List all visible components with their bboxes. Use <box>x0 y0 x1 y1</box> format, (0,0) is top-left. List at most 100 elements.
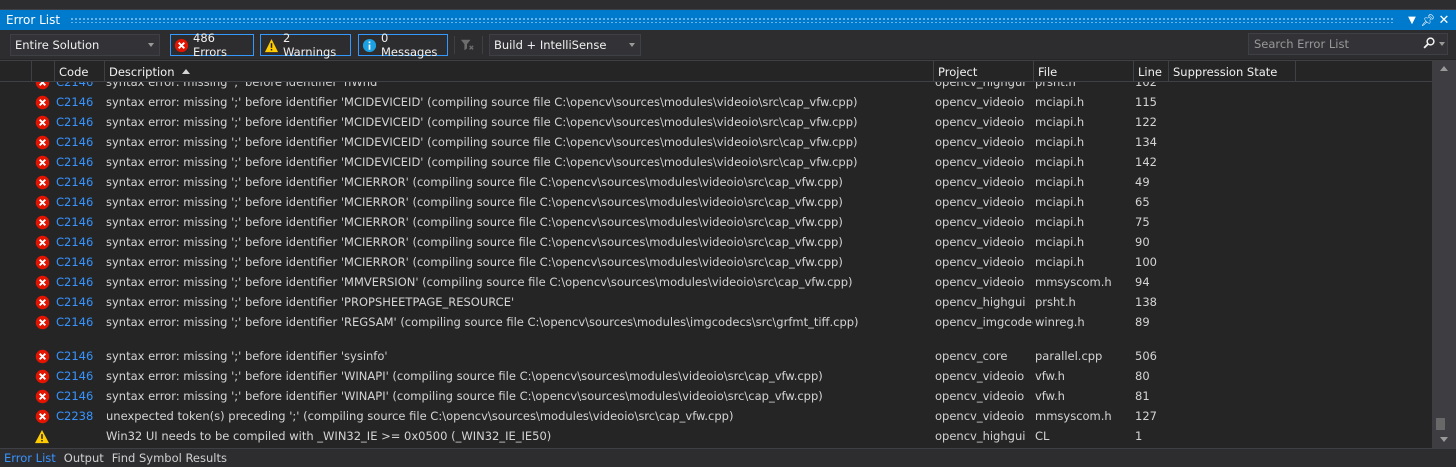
chevron-down-icon <box>148 43 154 47</box>
row-description: syntax error: missing ';' before identif… <box>106 255 843 269</box>
row-project: opencv_videoio <box>935 195 1025 209</box>
tab-output[interactable]: Output <box>60 449 108 467</box>
close-icon[interactable]: ✕ <box>1436 13 1452 28</box>
row-code-link[interactable]: C2146 <box>56 172 106 192</box>
table-row[interactable]: C2146 syntax error: missing ';' before id… <box>0 232 1432 252</box>
table-row[interactable]: C2146 syntax error: missing ';' before id… <box>0 346 1432 366</box>
vertical-scrollbar[interactable] <box>1432 60 1456 448</box>
table-row[interactable]: C2146 syntax error: missing ';' before id… <box>0 252 1432 272</box>
row-code-link[interactable]: C2146 <box>56 346 106 366</box>
row-code-link[interactable]: C2238 <box>56 406 106 426</box>
row-line: 102 <box>1135 82 1157 89</box>
pin-icon[interactable]: 📌︎ <box>1420 13 1436 27</box>
row-code-link[interactable]: C2146 <box>56 386 106 406</box>
search-error-list-input[interactable]: Search Error List <box>1248 33 1448 55</box>
row-code-link[interactable]: C2146 <box>56 252 106 272</box>
row-line: 94 <box>1135 275 1150 289</box>
header-icon-column[interactable] <box>32 61 55 82</box>
table-row[interactable]: C2146 syntax error: missing ';' before id… <box>0 272 1432 292</box>
row-code-link[interactable]: C2146 <box>56 292 106 312</box>
table-row[interactable]: C2146 syntax error: missing ';' before id… <box>0 152 1432 172</box>
header-code[interactable]: Code <box>55 61 105 82</box>
title-grip <box>70 17 1394 23</box>
header-project[interactable]: Project <box>934 61 1034 82</box>
row-file: mmsyscom.h <box>1035 409 1112 423</box>
row-project: opencv_videoio <box>935 155 1025 169</box>
row-code-link[interactable] <box>56 426 106 446</box>
row-line: 127 <box>1135 409 1157 423</box>
error-icon <box>33 346 51 366</box>
row-file: winreg.h <box>1035 315 1085 329</box>
row-code-link[interactable]: C2146 <box>56 112 106 132</box>
row-description: syntax error: missing ';' before identif… <box>106 195 843 209</box>
row-code-link[interactable]: C2146 <box>56 192 106 212</box>
table-row[interactable]: C2146 syntax error: missing ';' before id… <box>0 386 1432 406</box>
info-icon <box>362 38 377 53</box>
row-project: opencv_videoio <box>935 175 1025 189</box>
table-row[interactable]: C2146 syntax error: missing ';' before id… <box>0 132 1432 152</box>
table-row[interactable]: C2146 syntax error: missing ';' before id… <box>0 366 1432 386</box>
header-line[interactable]: Line <box>1134 61 1169 82</box>
window-position-dropdown-icon[interactable]: ▼ <box>1404 15 1420 26</box>
table-row[interactable]: C2146 syntax error: missing ';' before id… <box>0 82 1432 92</box>
row-description: syntax error: missing ';' before identif… <box>106 155 858 169</box>
table-row[interactable]: Win32 UI needs to be compiled with _WIN3… <box>0 426 1432 446</box>
row-code-link[interactable]: C2146 <box>56 366 106 386</box>
header-description[interactable]: Description <box>105 61 934 82</box>
row-code-link[interactable]: C2146 <box>56 92 106 112</box>
row-description: syntax error: missing ';' before identif… <box>106 295 515 309</box>
row-description: syntax error: missing ';' before identif… <box>106 235 843 249</box>
header-suppression-state[interactable]: Suppression State <box>1169 61 1296 82</box>
row-file: prsht.h <box>1035 82 1076 89</box>
scope-combobox-value: Entire Solution <box>15 38 100 52</box>
row-code-link[interactable]: C2146 <box>56 152 106 172</box>
panel-title-bar: Error List ▼ 📌︎ ✕ <box>0 10 1456 30</box>
row-line: 80 <box>1135 369 1150 383</box>
row-line: 115 <box>1135 95 1157 109</box>
row-description: syntax error: missing ';' before identif… <box>106 215 843 229</box>
row-code-link[interactable]: C2146 <box>56 232 106 252</box>
search-options-chevron-icon[interactable] <box>1439 42 1445 46</box>
messages-filter-button[interactable]: 0 Messages <box>358 31 448 59</box>
header-project-label: Project <box>938 64 978 79</box>
warnings-filter-button[interactable]: 2 Warnings <box>260 31 351 59</box>
row-code-link[interactable]: C2146 <box>56 312 106 332</box>
search-icon[interactable] <box>1423 37 1435 52</box>
scroll-down-icon[interactable] <box>1440 437 1448 442</box>
filter-icon[interactable] <box>460 38 476 52</box>
header-category[interactable] <box>0 61 32 82</box>
row-code-link[interactable]: C2146 <box>56 82 106 92</box>
error-list-toolbar: Entire Solution 486 Errors 2 Warnings 0 … <box>0 30 1456 59</box>
row-code-link[interactable]: C2146 <box>56 212 106 232</box>
row-file: vfw.h <box>1035 389 1065 403</box>
scrollbar-thumb[interactable] <box>1436 418 1445 430</box>
scroll-up-icon[interactable] <box>1440 66 1448 71</box>
errors-filter-button[interactable]: 486 Errors <box>170 31 254 59</box>
build-source-combobox[interactable]: Build + IntelliSense <box>489 34 641 56</box>
sort-ascending-icon <box>181 69 190 74</box>
error-icon <box>33 406 51 426</box>
table-row[interactable]: C2146 syntax error: missing ';' before id… <box>0 172 1432 192</box>
table-row[interactable]: C2146 syntax error: missing ';' before id… <box>0 212 1432 232</box>
tab-error-list[interactable]: Error List <box>0 449 60 467</box>
toolbar-separator <box>482 36 483 54</box>
header-file-label: File <box>1038 64 1058 79</box>
row-line: 100 <box>1135 255 1157 269</box>
row-file: mciapi.h <box>1035 155 1085 169</box>
table-row[interactable]: C2146 syntax error: missing ';' before id… <box>0 312 1432 346</box>
table-row[interactable]: C2146 syntax error: missing ';' before id… <box>0 92 1432 112</box>
row-code-link[interactable]: C2146 <box>56 272 106 292</box>
table-row[interactable]: C2146 syntax error: missing ';' before id… <box>0 192 1432 212</box>
row-line: 90 <box>1135 235 1150 249</box>
row-project: opencv_videoio <box>935 135 1025 149</box>
table-row[interactable]: C2146 syntax error: missing ';' before id… <box>0 292 1432 312</box>
header-file[interactable]: File <box>1034 61 1134 82</box>
warning-icon <box>264 38 279 53</box>
row-code-link[interactable]: C2146 <box>56 132 106 152</box>
tab-find-symbol-results[interactable]: Find Symbol Results <box>108 449 231 467</box>
row-project: opencv_videoio <box>935 275 1025 289</box>
error-icon <box>33 386 51 406</box>
scope-combobox[interactable]: Entire Solution <box>10 34 160 56</box>
table-row[interactable]: C2238 unexpected token(s) preceding ';' (… <box>0 406 1432 426</box>
table-row[interactable]: C2146 syntax error: missing ';' before id… <box>0 112 1432 132</box>
